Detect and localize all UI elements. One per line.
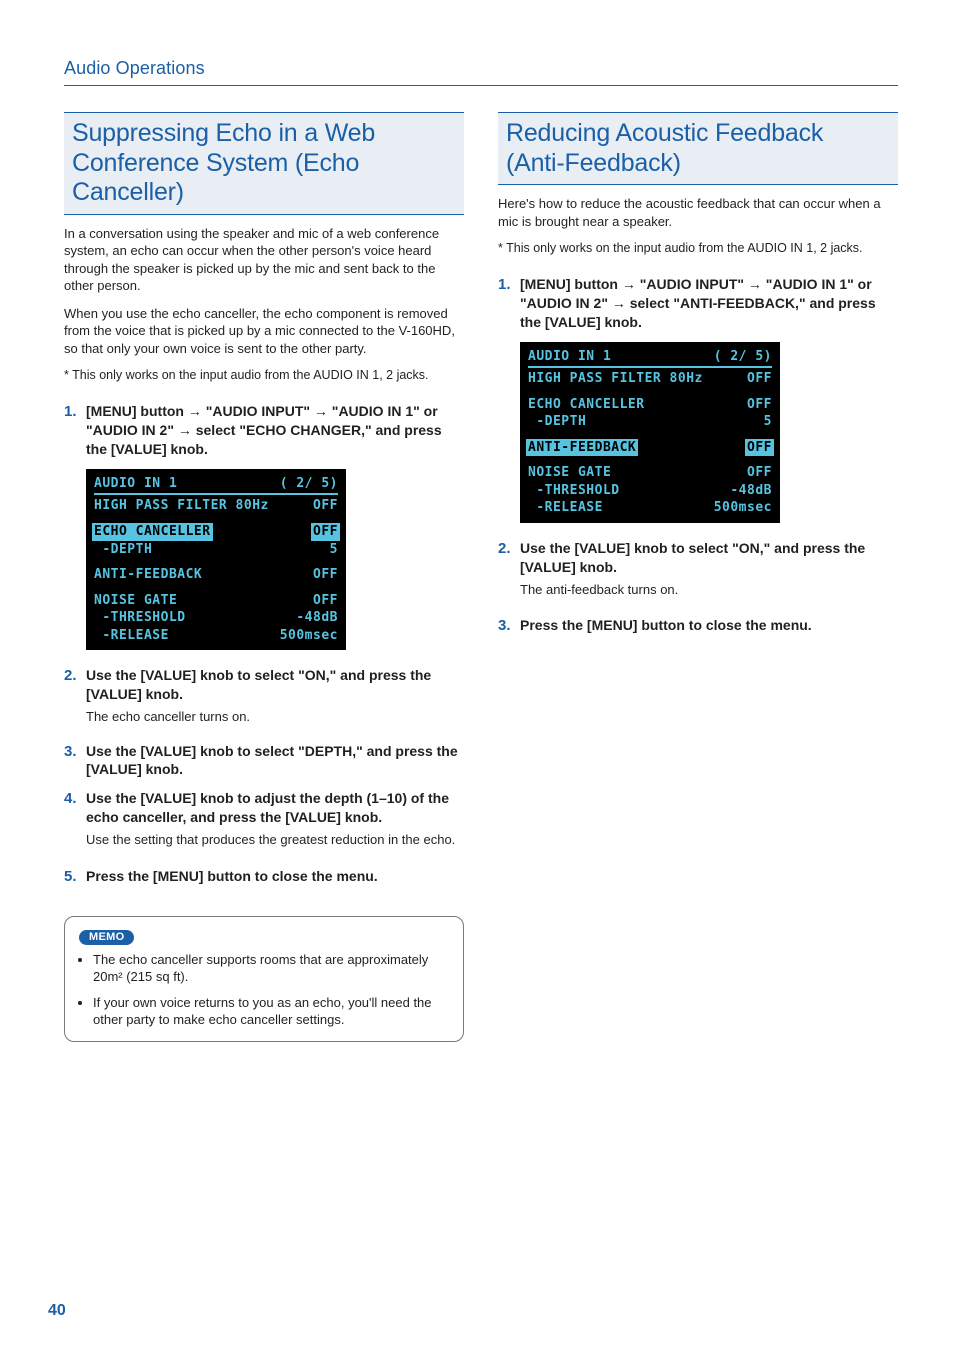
step: 1. [MENU] button → "AUDIO INPUT" → "AUDI…	[498, 275, 898, 336]
footnote: * This only works on the input audio fro…	[498, 240, 898, 257]
lcd-screenshot: AUDIO IN 1( 2/ 5)HIGH PASS FILTER 80HzOF…	[86, 469, 346, 650]
arrow-right-icon: →	[178, 422, 192, 438]
section-title-echo-canceller: Suppressing Echo in a Web Conference Sys…	[64, 112, 464, 215]
intro-paragraph: Here's how to reduce the acoustic feedba…	[498, 195, 898, 230]
memo-item: If your own voice returns to you as an e…	[93, 994, 449, 1029]
arrow-right-icon: →	[622, 276, 636, 292]
step-number: 2.	[64, 666, 86, 735]
step-instruction: Use the [VALUE] knob to select "ON," and…	[520, 539, 898, 577]
step-number: 5.	[64, 867, 86, 890]
page-number: 40	[48, 1302, 66, 1320]
step-instruction: [MENU] button → "AUDIO INPUT" → "AUDIO I…	[86, 402, 464, 459]
step-subtext: Use the setting that produces the greate…	[86, 831, 464, 849]
step-instruction: Press the [MENU] button to close the men…	[86, 867, 464, 886]
left-column: Suppressing Echo in a Web Conference Sys…	[64, 112, 464, 1042]
step: 3. Use the [VALUE] knob to select "DEPTH…	[64, 742, 464, 784]
step: 2. Use the [VALUE] knob to select "ON," …	[498, 539, 898, 608]
step-number: 3.	[64, 742, 86, 784]
arrow-right-icon: →	[314, 403, 328, 419]
running-header: Audio Operations	[64, 58, 898, 86]
step-number: 1.	[498, 275, 520, 336]
memo-tag: MEMO	[79, 930, 134, 945]
step-subtext: The anti-feedback turns on.	[520, 581, 898, 599]
step-instruction: Use the [VALUE] knob to select "DEPTH," …	[86, 742, 464, 780]
arrow-right-icon: →	[748, 276, 762, 292]
two-column-layout: Suppressing Echo in a Web Conference Sys…	[64, 112, 898, 1042]
footnote: * This only works on the input audio fro…	[64, 367, 464, 384]
memo-item: The echo canceller supports rooms that a…	[93, 951, 449, 986]
step-instruction: Use the [VALUE] knob to adjust the depth…	[86, 789, 464, 827]
memo-box: MEMO The echo canceller supports rooms t…	[64, 916, 464, 1042]
step-number: 3.	[498, 616, 520, 639]
step-number: 4.	[64, 789, 86, 858]
right-column: Reducing Acoustic Feedback (Anti-Feedbac…	[498, 112, 898, 1042]
step: 3. Press the [MENU] button to close the …	[498, 616, 898, 639]
page: Audio Operations Suppressing Echo in a W…	[0, 0, 954, 1350]
section-title-anti-feedback: Reducing Acoustic Feedback (Anti-Feedbac…	[498, 112, 898, 185]
step-instruction: Press the [MENU] button to close the men…	[520, 616, 898, 635]
step-number: 2.	[498, 539, 520, 608]
step: 1. [MENU] button → "AUDIO INPUT" → "AUDI…	[64, 402, 464, 463]
step-instruction: [MENU] button → "AUDIO INPUT" → "AUDIO I…	[520, 275, 898, 332]
lcd-screenshot: AUDIO IN 1( 2/ 5)HIGH PASS FILTER 80HzOF…	[520, 342, 780, 523]
step-number: 1.	[64, 402, 86, 463]
step-subtext: The echo canceller turns on.	[86, 708, 464, 726]
step-instruction: Use the [VALUE] knob to select "ON," and…	[86, 666, 464, 704]
step: 2. Use the [VALUE] knob to select "ON," …	[64, 666, 464, 735]
memo-list: The echo canceller supports rooms that a…	[79, 951, 449, 1029]
step: 5. Press the [MENU] button to close the …	[64, 867, 464, 890]
step: 4. Use the [VALUE] knob to adjust the de…	[64, 789, 464, 858]
intro-paragraph: In a conversation using the speaker and …	[64, 225, 464, 295]
arrow-right-icon: →	[188, 403, 202, 419]
intro-paragraph: When you use the echo canceller, the ech…	[64, 305, 464, 358]
arrow-right-icon: →	[612, 295, 626, 311]
